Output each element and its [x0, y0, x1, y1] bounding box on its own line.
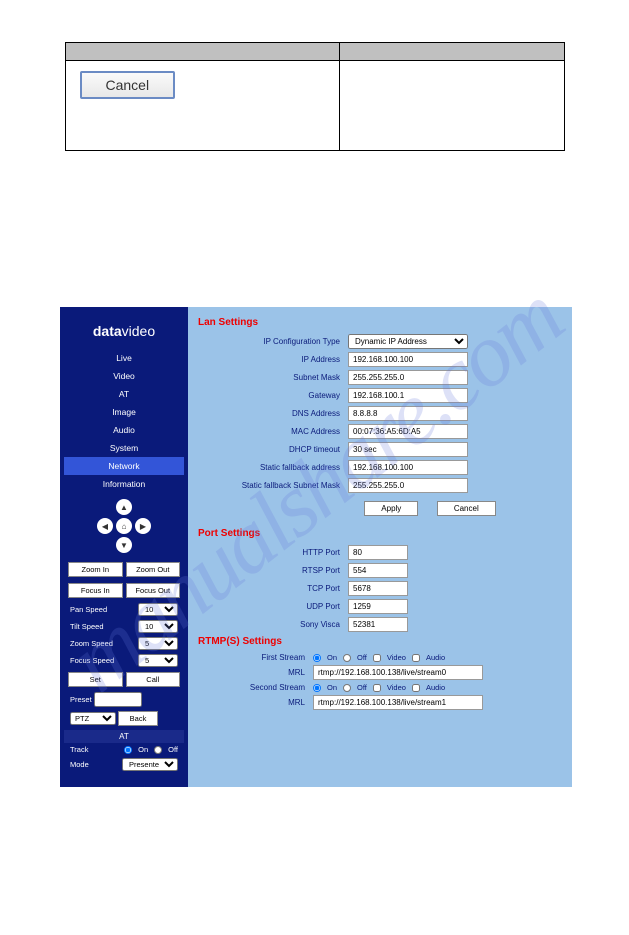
first-stream-on-radio[interactable] [313, 654, 321, 662]
static-fallback-mask-input[interactable] [348, 478, 468, 493]
track-on-radio[interactable] [124, 746, 132, 754]
sony-visca-label: Sony Visca [198, 620, 348, 629]
mode-select[interactable]: Presente [122, 758, 178, 771]
focus-out-button[interactable]: Focus Out [126, 583, 181, 598]
mrl1-input[interactable] [313, 665, 483, 680]
logo: datavideo [93, 323, 155, 339]
ptz-left-button[interactable]: ◀ [97, 518, 113, 534]
tilt-speed-label: Tilt Speed [70, 622, 104, 631]
second-stream-video-check[interactable] [373, 684, 381, 692]
ptz-select[interactable]: PTZ [70, 712, 116, 725]
mrl1-label: MRL [198, 668, 313, 677]
static-fallback-mask-label: Static fallback Subnet Mask [198, 481, 348, 490]
track-label: Track [70, 745, 88, 754]
static-fallback-addr-label: Static fallback address [198, 463, 348, 472]
dhcp-timeout-label: DHCP timeout [198, 445, 348, 454]
nav-image[interactable]: Image [64, 403, 184, 421]
tilt-speed-select[interactable]: 10 [138, 620, 178, 633]
call-button[interactable]: Call [126, 672, 181, 687]
nav-video[interactable]: Video [64, 367, 184, 385]
pan-speed-select[interactable]: 10 [138, 603, 178, 616]
tcp-port-input[interactable] [348, 581, 408, 596]
mrl2-label: MRL [198, 698, 313, 707]
nav-network[interactable]: Network [64, 457, 184, 475]
pan-speed-label: Pan Speed [70, 605, 107, 614]
tcp-port-label: TCP Port [198, 584, 348, 593]
ptz-up-button[interactable]: ▲ [116, 499, 132, 515]
preset-input[interactable] [94, 692, 142, 707]
cancel-button[interactable]: Cancel [437, 501, 496, 516]
ip-address-input[interactable] [348, 352, 468, 367]
subnet-mask-input[interactable] [348, 370, 468, 385]
doc-cancel-button[interactable]: Cancel [80, 71, 176, 99]
udp-port-input[interactable] [348, 599, 408, 614]
mac-address-input[interactable] [348, 424, 468, 439]
rtsp-port-input[interactable] [348, 563, 408, 578]
apply-button[interactable]: Apply [364, 501, 418, 516]
nav-live[interactable]: Live [64, 349, 184, 367]
ptz-right-button[interactable]: ▶ [135, 518, 151, 534]
dns-address-input[interactable] [348, 406, 468, 421]
app-container: datavideo Live Video AT Image Audio Syst… [60, 307, 572, 787]
gateway-input[interactable] [348, 388, 468, 403]
lan-settings-title: Lan Settings [198, 317, 562, 328]
ptz-down-button[interactable]: ▼ [116, 537, 132, 553]
ip-config-type-label: IP Configuration Type [198, 337, 348, 346]
rtmp-settings-title: RTMP(S) Settings [198, 636, 562, 647]
first-stream-audio-check[interactable] [412, 654, 420, 662]
nav-at[interactable]: AT [64, 385, 184, 403]
http-port-label: HTTP Port [198, 548, 348, 557]
port-settings-title: Port Settings [198, 528, 562, 539]
sidebar: datavideo Live Video AT Image Audio Syst… [60, 307, 188, 787]
nav-audio[interactable]: Audio [64, 421, 184, 439]
mac-address-label: MAC Address [198, 427, 348, 436]
track-off-radio[interactable] [154, 746, 162, 754]
at-section-title: AT [64, 730, 184, 743]
preset-label: Preset [70, 695, 92, 704]
ip-address-label: IP Address [198, 355, 348, 364]
first-stream-video-check[interactable] [373, 654, 381, 662]
main-panel: Lan Settings IP Configuration TypeDynami… [188, 307, 572, 787]
ptz-pad: ▲ ◀ ⌂ ▶ ▼ [97, 499, 151, 553]
focus-in-button[interactable]: Focus In [68, 583, 123, 598]
rtsp-port-label: RTSP Port [198, 566, 348, 575]
nav-information[interactable]: Information [64, 475, 184, 493]
ip-config-type-select[interactable]: Dynamic IP Address [348, 334, 468, 349]
dns-address-label: DNS Address [198, 409, 348, 418]
focus-speed-select[interactable]: 5 [138, 654, 178, 667]
back-button[interactable]: Back [118, 711, 158, 726]
focus-speed-label: Focus Speed [70, 656, 114, 665]
zoom-speed-label: Zoom Speed [70, 639, 113, 648]
dhcp-timeout-input[interactable] [348, 442, 468, 457]
second-stream-audio-check[interactable] [412, 684, 420, 692]
doc-table: Cancel [65, 42, 565, 151]
ptz-home-button[interactable]: ⌂ [116, 518, 132, 534]
zoom-out-button[interactable]: Zoom Out [126, 562, 181, 577]
first-stream-label: First Stream [198, 653, 313, 662]
zoom-in-button[interactable]: Zoom In [68, 562, 123, 577]
udp-port-label: UDP Port [198, 602, 348, 611]
second-stream-on-radio[interactable] [313, 684, 321, 692]
sony-visca-input[interactable] [348, 617, 408, 632]
second-stream-label: Second Stream [198, 683, 313, 692]
mode-label: Mode [70, 760, 89, 769]
set-button[interactable]: Set [68, 672, 123, 687]
static-fallback-addr-input[interactable] [348, 460, 468, 475]
second-stream-off-radio[interactable] [343, 684, 351, 692]
nav-list: Live Video AT Image Audio System Network… [64, 349, 184, 493]
zoom-speed-select[interactable]: 5 [138, 637, 178, 650]
gateway-label: Gateway [198, 391, 348, 400]
http-port-input[interactable] [348, 545, 408, 560]
nav-system[interactable]: System [64, 439, 184, 457]
first-stream-off-radio[interactable] [343, 654, 351, 662]
subnet-mask-label: Subnet Mask [198, 373, 348, 382]
mrl2-input[interactable] [313, 695, 483, 710]
